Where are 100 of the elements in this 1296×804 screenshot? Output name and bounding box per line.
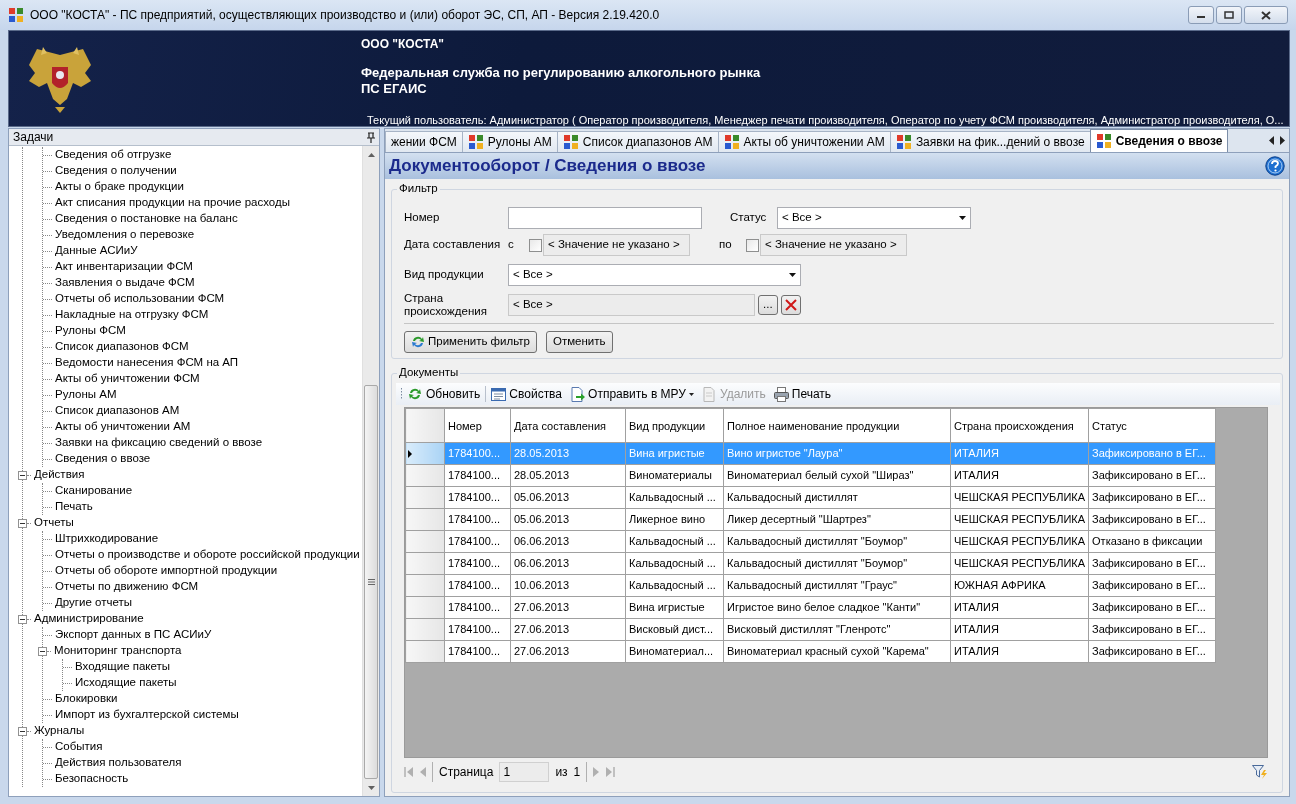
toolbar-button[interactable]: Свойства [488, 384, 566, 405]
tree-item[interactable]: Отчеты об обороте импортной продукции [54, 564, 279, 578]
tree-item[interactable]: Отчеты о производстве и обороте российской продукции [54, 548, 361, 562]
filter-icon[interactable] [1252, 765, 1268, 779]
scrollbar[interactable] [362, 146, 379, 796]
table-cell: Зафиксировано в ЕГ... [1088, 486, 1216, 509]
help-icon[interactable] [1265, 156, 1285, 176]
column-header[interactable]: Полное наименование продукции [723, 408, 951, 443]
tab-icon [723, 134, 740, 150]
tree-item[interactable]: Акты об уничтожении АМ [54, 420, 192, 434]
column-header[interactable]: Номер [444, 408, 511, 443]
collapse-icon[interactable] [38, 646, 47, 656]
tab[interactable]: Заявки на фик...дений о ввозе [889, 131, 1091, 152]
toolbar-button[interactable]: Печать [770, 384, 835, 405]
tree-item[interactable]: Действия [33, 468, 86, 482]
column-header[interactable]: Вид продукции [625, 408, 724, 443]
table-row[interactable]: 1784100... 28.05.2013 Виноматериалы Виноматериал белый сухой "Шираз" ИТАЛИЯ Зафиксировано в ЕГ... [405, 464, 1216, 487]
scroll-down-icon[interactable] [367, 785, 375, 790]
tree-item[interactable]: Штрихкодирование [54, 532, 160, 546]
date-field[interactable]: < Значение не указано > [760, 234, 907, 256]
tree-item[interactable]: Список диапазонов АМ [54, 404, 181, 418]
tree-item[interactable]: Входящие пакеты [74, 660, 172, 674]
clear-button[interactable] [780, 294, 801, 315]
collapse-icon[interactable] [18, 470, 27, 480]
tree-item[interactable]: Блокировки [54, 692, 119, 706]
table-cell: Игристое вино белое сладкое "Канти" [723, 596, 951, 619]
tree-item[interactable]: Уведомления о перевозке [54, 228, 196, 242]
tree-item[interactable]: Акты о браке продукции [54, 180, 185, 194]
page-count: 1 [573, 764, 581, 780]
table-row[interactable]: 1784100... 10.06.2013 Кальвадосный ... Кальвадосный дистиллят "Граус" ЮЖНАЯ АФРИКА Зафиксировано в ЕГ... [405, 574, 1216, 597]
scroll-up-icon[interactable] [367, 152, 375, 157]
checkbox[interactable] [529, 238, 542, 252]
tree-item[interactable]: Импорт из бухгалтерской системы [54, 708, 240, 722]
tree-item[interactable]: Мониторинг транспорта [53, 644, 183, 658]
table-cell: ИТАЛИЯ [950, 640, 1089, 663]
toolbar-button[interactable]: Обновить [405, 384, 484, 405]
tree-item[interactable]: Акт списания продукции на прочие расходы [54, 196, 291, 210]
tree-item[interactable]: Заявки на фиксацию сведений о ввозе [54, 436, 264, 450]
minimize-button[interactable] [1188, 6, 1214, 24]
collapse-icon[interactable] [18, 614, 27, 624]
tree-item[interactable]: Список диапазонов ФСМ [54, 340, 190, 354]
country-field[interactable]: < Все > [508, 293, 755, 316]
close-button[interactable] [1244, 6, 1288, 24]
table-row[interactable]: 1784100... 06.06.2013 Кальвадосный ... Кальвадосный дистиллят "Боумор" ЧЕШСКАЯ РЕСПУБЛИКА Зафиксировано в ЕГ... [405, 552, 1216, 575]
column-header[interactable]: Страна происхождения [950, 408, 1089, 443]
date-field[interactable]: < Значение не указано > [543, 234, 690, 256]
tab[interactable]: Список диапазонов АМ [556, 131, 719, 152]
table-row[interactable]: 1784100... 27.06.2013 Висковый дист... Висковый дистиллят "Гленротс" ИТАЛИЯ Зафиксировано в ЕГ... [405, 618, 1216, 641]
column-header[interactable]: Статус [1088, 408, 1216, 443]
product-type-dropdown[interactable]: < Все > [508, 264, 801, 286]
apply-filter-button[interactable]: Применить фильтр [404, 331, 537, 354]
tab[interactable]: Рулоны АМ [461, 131, 558, 152]
page-field[interactable]: 1 [499, 762, 550, 782]
tree-item[interactable]: Экспорт данных в ПС АСИиУ [54, 628, 213, 642]
tree-item[interactable]: События [54, 740, 104, 754]
tree-item[interactable]: Сведения о постановке на баланс [54, 212, 239, 226]
tree-item[interactable]: Журналы [33, 724, 86, 738]
maximize-button[interactable] [1216, 6, 1242, 24]
tree-item[interactable]: Сведения о ввозе [54, 452, 152, 466]
tree-item[interactable]: Безопасность [54, 772, 130, 786]
number-field[interactable] [508, 207, 702, 229]
table-row[interactable]: 1784100... 27.06.2013 Вина игристые Игристое вино белое сладкое "Канти" ИТАЛИЯ Зафиксировано в ЕГ... [405, 596, 1216, 619]
tree-item[interactable]: Рулоны АМ [54, 388, 118, 402]
tree-item[interactable]: Заявления о выдаче ФСМ [54, 276, 196, 290]
tab[interactable]: Сведения о ввозе [1089, 129, 1229, 152]
tree-item[interactable]: Отчеты об использовании ФСМ [54, 292, 226, 306]
tree-item[interactable]: Отчеты по движению ФСМ [54, 580, 200, 594]
table-row[interactable]: 1784100... 05.06.2013 Кальвадосный ... Кальвадосный дистиллят ЧЕШСКАЯ РЕСПУБЛИКА Зафиксировано в ЕГ... [405, 486, 1216, 509]
tree-item[interactable]: Отчеты [33, 516, 75, 530]
tab[interactable]: Акты об уничтожении АМ [717, 131, 891, 152]
table-row[interactable]: 1784100... 06.06.2013 Кальвадосный ... Кальвадосный дистиллят "Боумор" ЧЕШСКАЯ РЕСПУБЛИКА Отказано в фиксации [405, 530, 1216, 553]
table-row[interactable]: 1784100... 05.06.2013 Ликерное вино Ликер десертный "Шартрез" ЧЕШСКАЯ РЕСПУБЛИКА Зафиксировано в ЕГ... [405, 508, 1216, 531]
tree-item[interactable]: Накладные на отгрузку ФСМ [54, 308, 210, 322]
checkbox[interactable] [746, 238, 759, 252]
tree-item[interactable]: Сведения об отгрузке [54, 148, 173, 162]
group-title: Фильтр [397, 182, 440, 196]
tree-item[interactable]: Ведомости нанесения ФСМ на АП [54, 356, 240, 370]
tree-item[interactable]: Рулоны ФСМ [54, 324, 127, 338]
tree-item[interactable]: Акт инвентаризации ФСМ [54, 260, 194, 274]
cancel-button[interactable]: Отменить [545, 331, 613, 354]
pin-icon[interactable] [367, 131, 375, 143]
tab[interactable]: жении ФСМ [385, 131, 463, 152]
collapse-icon[interactable] [18, 726, 27, 736]
tree-item[interactable]: Другие отчеты [54, 596, 133, 610]
scroll-right-icon[interactable] [1280, 136, 1285, 145]
tree-item[interactable]: Акты об уничтожении ФСМ [54, 372, 201, 386]
tree-item[interactable]: Печать [54, 500, 94, 514]
tree-item[interactable]: Действия пользователя [54, 756, 183, 770]
toolbar-button[interactable]: Отправить в МРУ [567, 384, 697, 405]
status-dropdown[interactable]: < Все > [777, 207, 971, 229]
scroll-left-icon[interactable] [1269, 136, 1274, 145]
tree-item[interactable]: Исходящие пакеты [74, 676, 178, 690]
tree-item[interactable]: Сканирование [54, 484, 134, 498]
tree-item[interactable]: Сведения о получении [54, 164, 178, 178]
table-row[interactable]: 1784100... 27.06.2013 Виноматериал... Виноматериал красный сухой "Карема" ИТАЛИЯ Зафиксировано в ЕГ... [405, 640, 1216, 663]
tree-item[interactable]: Данные АСИиУ [54, 244, 139, 258]
column-header[interactable]: Дата составления [510, 408, 626, 443]
tree-item[interactable]: Администрирование [33, 612, 145, 626]
browse-button[interactable]: ... [758, 294, 778, 315]
collapse-icon[interactable] [18, 518, 27, 528]
